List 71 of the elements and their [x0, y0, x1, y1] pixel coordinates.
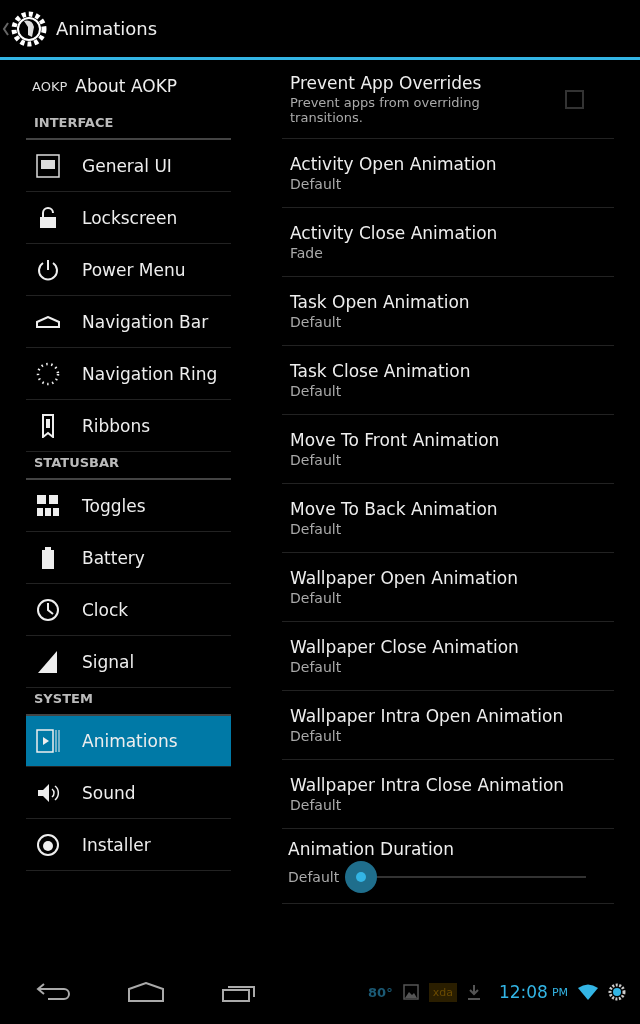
- sidebar-item[interactable]: General UI: [26, 140, 231, 192]
- home-shape-icon: [36, 315, 60, 328]
- preference-row[interactable]: Prevent App Overrides Prevent apps from overriding transitions.: [282, 60, 614, 139]
- sidebar-item[interactable]: Navigation Ring: [26, 348, 231, 400]
- power-icon: [36, 257, 60, 282]
- preference-title: Move To Front Animation: [290, 430, 501, 450]
- meridiem-text: PM: [551, 985, 568, 999]
- wifi-icon: [578, 984, 598, 1000]
- section-header: STATUSBAR: [26, 452, 231, 480]
- screen-title: Animations: [56, 18, 158, 39]
- preference-title: Prevent App Overrides: [290, 73, 483, 93]
- sidebar-item[interactable]: Animations: [26, 716, 231, 767]
- preference-row[interactable]: Move To Front Animation Default: [282, 415, 614, 484]
- preference-summary: Default: [290, 659, 343, 675]
- logo-text: AOKP: [32, 78, 68, 94]
- preference-summary: Default: [290, 383, 343, 399]
- sidebar-item[interactable]: Clock: [26, 584, 231, 636]
- sidebar-item[interactable]: Lockscreen: [26, 192, 231, 244]
- preference-summary: Default: [290, 728, 343, 744]
- preference-row[interactable]: Task Close Animation Default: [282, 346, 614, 415]
- preference-title: Wallpaper Intra Open Animation: [290, 706, 565, 726]
- preference-row[interactable]: Task Open Animation Default: [282, 277, 614, 346]
- back-icon[interactable]: [36, 982, 70, 1002]
- preference-summary: Default: [290, 521, 343, 537]
- sidebar-item[interactable]: Installer: [26, 819, 231, 871]
- tiles-icon: [36, 493, 60, 518]
- preference-row[interactable]: Wallpaper Close Animation Default: [282, 622, 614, 691]
- sidebar-item[interactable]: AOKP About AOKP: [26, 60, 231, 112]
- section-header: INTERFACE: [26, 112, 231, 140]
- preference-title: Move To Back Animation: [290, 499, 499, 519]
- image-icon[interactable]: [402, 984, 419, 1000]
- gear-icon[interactable]: [608, 983, 626, 1001]
- sidebar-item[interactable]: Navigation Bar: [26, 296, 231, 348]
- preference-row[interactable]: Wallpaper Open Animation Default: [282, 553, 614, 622]
- sidebar-item[interactable]: Power Menu: [26, 244, 231, 296]
- download-icon[interactable]: [466, 984, 481, 1000]
- temperature-text: 80°: [368, 984, 393, 1000]
- home-icon[interactable]: [128, 982, 164, 1002]
- preference-title: Wallpaper Intra Close Animation: [290, 775, 566, 795]
- preference-title: Animation Duration: [288, 839, 455, 859]
- preference-summary: Default: [290, 176, 343, 192]
- preference-summary: Prevent apps from overriding transitions.: [290, 95, 481, 125]
- preference-title: Activity Close Animation: [290, 223, 499, 243]
- dotted-circle-icon: [36, 361, 60, 386]
- preference-row[interactable]: Wallpaper Intra Close Animation Default: [282, 760, 614, 829]
- clock-text: 12:08: [498, 982, 548, 1002]
- clock-icon: [36, 597, 60, 622]
- sidebar-item[interactable]: Ribbons: [26, 400, 231, 452]
- preference-title: Task Close Animation: [290, 361, 472, 381]
- sidebar-item[interactable]: Toggles: [26, 480, 231, 532]
- signal-icon: [36, 649, 60, 674]
- preference-summary: Default: [290, 314, 343, 330]
- preference-summary: Default: [290, 590, 343, 606]
- preference-title: Wallpaper Open Animation: [290, 568, 519, 588]
- preference-title: Task Open Animation: [290, 292, 471, 312]
- preference-row[interactable]: Activity Close Animation Fade: [282, 208, 614, 277]
- preference-summary: Default: [290, 452, 343, 468]
- preference-title: Activity Open Animation: [290, 154, 498, 174]
- preference-row[interactable]: Wallpaper Intra Open Animation Default: [282, 691, 614, 760]
- sidebar-item[interactable]: Signal: [26, 636, 231, 688]
- preference-row[interactable]: Activity Open Animation Default: [282, 139, 614, 208]
- preference-summary: Fade: [290, 245, 324, 261]
- preference-summary: Default: [290, 797, 343, 813]
- checkbox[interactable]: [565, 89, 584, 109]
- disc-icon: [36, 832, 60, 857]
- preference-row[interactable]: Move To Back Animation Default: [282, 484, 614, 553]
- preference-title: Wallpaper Close Animation: [290, 637, 520, 657]
- preference-summary: Default: [288, 869, 340, 885]
- sidebar-item[interactable]: Sound: [26, 767, 231, 819]
- sidebar-item[interactable]: Battery: [26, 532, 231, 584]
- play-icon: [36, 729, 60, 753]
